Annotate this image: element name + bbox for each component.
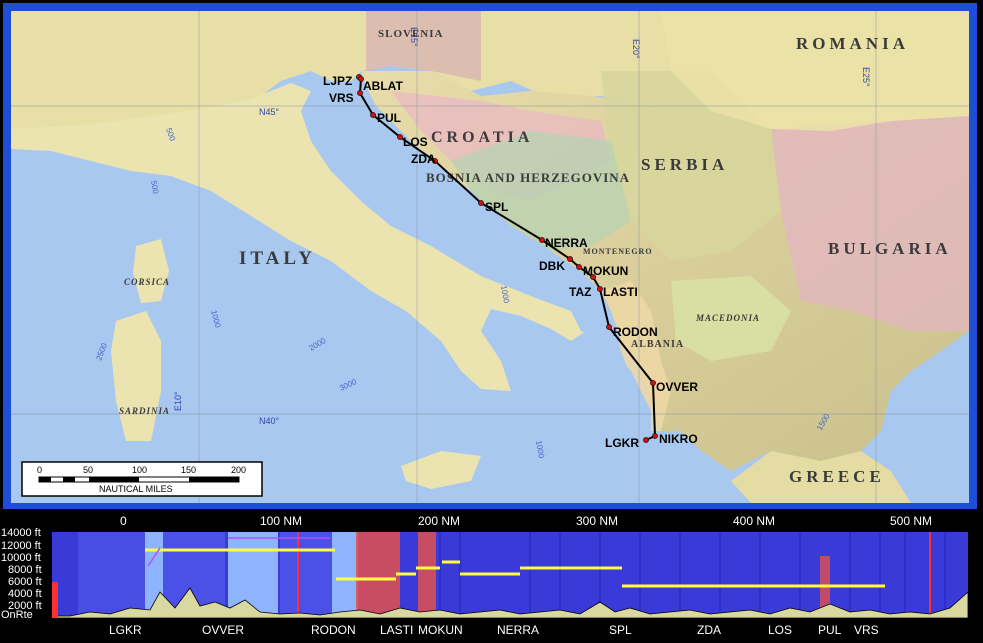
waypoint-label-lasti[interactable]: LASTI (603, 285, 638, 299)
distance-axis: 0 100 NM 200 NM 300 NM 400 NM 500 NM (120, 514, 932, 528)
profile-waypoint-labels: LGKR OVVER RODON LASTI MOKUN NERRA SPL Z… (109, 623, 879, 637)
profile-waypoint-label: VRS (854, 623, 879, 637)
profile-waypoint-label: LASTI (380, 623, 413, 637)
waypoint-marker-spl[interactable] (478, 200, 484, 206)
waypoint-label-ablat[interactable]: ABLAT (363, 79, 403, 93)
waypoint-label-ljpz[interactable]: LJPZ (323, 74, 352, 88)
waypoint-marker-taz[interactable] (590, 274, 596, 280)
grid-label-n40: N40° (259, 416, 280, 426)
waypoint-marker-rodon[interactable] (606, 324, 612, 330)
scale-tick-label: 100 (132, 465, 147, 475)
profile-waypoint-label: RODON (311, 623, 356, 637)
altitude-axis: 14000 ft 12000 ft 10000 ft 8000 ft 6000 … (1, 527, 42, 621)
altitude-tick-label: 4000 ft (8, 588, 42, 600)
country-label-bulgaria: BULGARIA (828, 239, 952, 258)
waypoint-label-pul[interactable]: PUL (377, 111, 401, 125)
waypoint-label-ovver[interactable]: OVVER (656, 380, 698, 394)
waypoint-label-rodon[interactable]: RODON (613, 325, 658, 339)
waypoint-label-los[interactable]: LOS (403, 135, 428, 149)
scale-tick-label: 50 (83, 465, 93, 475)
airspace-band (78, 532, 146, 618)
country-label-serbia: SERBIA (641, 155, 728, 174)
restricted-area (52, 582, 58, 618)
scale-bar: 0 50 100 150 200 NAUTICAL MILES (21, 461, 263, 497)
waypoint-marker-lgkr[interactable] (643, 437, 649, 443)
distance-tick-label: 400 NM (733, 514, 775, 528)
waypoint-marker-mokun[interactable] (576, 264, 582, 270)
waypoint-marker-los[interactable] (397, 134, 403, 140)
island-label-corsica: CORSICA (124, 277, 170, 287)
country-label-macedonia: MACEDONIA (695, 313, 760, 323)
waypoint-marker-dbk[interactable] (567, 256, 573, 262)
bulgaria-region (771, 116, 969, 331)
country-label-bosnia: BOSNIA AND HERZEGOVINA (426, 170, 630, 185)
distance-tick-label: 100 NM (260, 514, 302, 528)
scale-tick-label: 200 (231, 465, 246, 475)
altitude-tick-label: 14000 ft (1, 527, 41, 539)
scale-tick-label: 150 (181, 465, 196, 475)
waypoint-label-lgkr[interactable]: LGKR (605, 436, 639, 450)
waypoint-marker-nikro[interactable] (652, 433, 658, 439)
restricted-area (356, 532, 400, 618)
altitude-tick-label: 10000 ft (1, 552, 41, 564)
country-label-slovenia: SLOVENIA (378, 28, 443, 40)
profile-waypoint-label: PUL (818, 623, 842, 637)
country-label-italy: ITALY (239, 248, 316, 269)
profile-waypoint-label: LOS (768, 623, 792, 637)
country-label-greece: GREECE (789, 467, 885, 486)
scale-tick-label: 0 (37, 465, 42, 475)
waypoint-label-dbk[interactable]: DBK (539, 259, 565, 273)
country-label-romania: ROMANIA (796, 34, 909, 53)
altitude-tick-label: 8000 ft (8, 564, 42, 576)
waypoint-label-nerra[interactable]: NERRA (545, 236, 588, 250)
island-label-sardinia: SARDINIA (119, 406, 170, 416)
distance-tick-label: 0 (120, 514, 127, 528)
waypoint-marker-nerra[interactable] (539, 237, 545, 243)
waypoint-label-zda[interactable]: ZDA (411, 152, 436, 166)
waypoint-marker-vrs[interactable] (357, 90, 363, 96)
map-panel[interactable]: E15° E20° E25° E10° N45° N40° 500 1000 2… (3, 3, 977, 509)
grid-label-e20: E20° (631, 39, 641, 59)
waypoint-label-nikro[interactable]: NIKRO (659, 432, 698, 446)
profile-waypoint-label: OVVER (202, 623, 244, 637)
vertical-profile-panel[interactable]: 0 100 NM 200 NM 300 NM 400 NM 500 NM 140… (0, 512, 983, 643)
onrte-label: OnRte (1, 609, 33, 621)
waypoint-label-vrs[interactable]: VRS (329, 91, 354, 105)
airspace-band (332, 532, 358, 618)
grid-label-e25: E25° (861, 67, 871, 87)
profile-waypoint-label: ZDA (697, 623, 721, 637)
grid-label-n45: N45° (259, 107, 280, 117)
restricted-area (418, 532, 436, 618)
waypoint-label-mokun[interactable]: MOKUN (583, 264, 628, 278)
country-label-montenegro: MONTENEGRO (583, 247, 653, 256)
vertical-profile[interactable]: 0 100 NM 200 NM 300 NM 400 NM 500 NM 140… (0, 512, 983, 643)
distance-tick-label: 500 NM (890, 514, 932, 528)
altitude-tick-label: 12000 ft (1, 540, 41, 552)
waypoint-marker-lasti[interactable] (597, 286, 603, 292)
waypoint-marker-ovver[interactable] (650, 380, 656, 386)
distance-tick-label: 300 NM (576, 514, 618, 528)
waypoint-label-taz[interactable]: TAZ (569, 285, 591, 299)
grid-label-e10: E10° (173, 391, 183, 411)
profile-waypoint-label: MOKUN (418, 623, 463, 637)
route-map[interactable]: E15° E20° E25° E10° N45° N40° 500 1000 2… (11, 11, 969, 503)
profile-waypoint-label: NERRA (497, 623, 539, 637)
profile-waypoint-label: LGKR (109, 623, 142, 637)
waypoint-marker-pul[interactable] (370, 112, 376, 118)
distance-tick-label: 200 NM (418, 514, 460, 528)
airspace-band (280, 532, 332, 618)
country-label-croatia: CROATIA (431, 129, 533, 146)
waypoint-label-spl[interactable]: SPL (485, 200, 508, 214)
scale-unit-label: NAUTICAL MILES (99, 484, 173, 494)
country-label-albania: ALBANIA (631, 339, 684, 350)
profile-waypoint-label: SPL (609, 623, 632, 637)
altitude-tick-label: 6000 ft (8, 576, 42, 588)
